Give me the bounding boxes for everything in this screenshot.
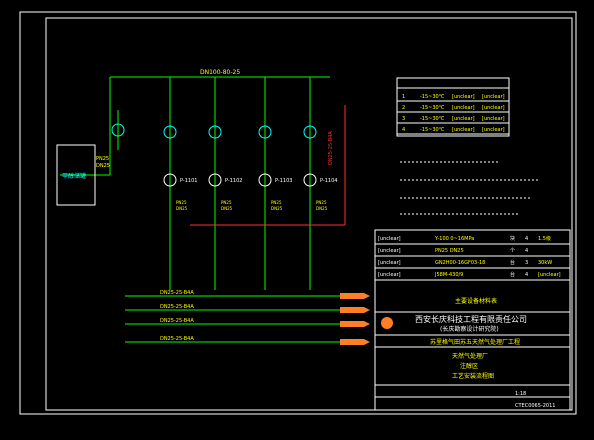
valve-size: DN25	[316, 206, 328, 211]
legend-no: 1	[402, 94, 405, 100]
equipment-table-title: 主要设备材料表	[455, 297, 497, 305]
left-valve-tag: PN25	[96, 156, 109, 162]
legend-temp: -15~30℃	[420, 105, 445, 111]
outlet-arrow-icon	[340, 307, 370, 313]
legend-temp: -15~30℃	[420, 127, 445, 133]
legend-press: [unclear]	[452, 105, 475, 111]
equipment-unit: 台	[510, 271, 515, 278]
valve-size: DN25	[176, 206, 188, 211]
main-header-label: DN100-80-25	[200, 69, 240, 76]
left-valve-size: DN25	[96, 163, 110, 169]
equipment-spec: GN2H00-16GF03-18	[435, 260, 485, 266]
legend-temp: -15~30℃	[420, 94, 445, 100]
legend-no: 4	[402, 127, 405, 133]
legend-flow: [unclear]	[482, 105, 505, 111]
company-sub: (长庆勘察设计研究院)	[440, 325, 499, 333]
legend-press: [unclear]	[452, 116, 475, 122]
valve-size: DN25	[221, 206, 233, 211]
company-name: 西安长庆科技工程有限责任公司	[415, 314, 527, 324]
equipment-qty: 4	[525, 248, 528, 254]
outlet-arrow-icon	[340, 339, 370, 345]
legend-no: 3	[402, 116, 405, 122]
cad-drawing: DN100-80-25 甲醇储罐 PN25 DN25 P-1101PN25DN2…	[19, 11, 577, 415]
equipment-note: [unclear]	[538, 272, 561, 278]
valve-tag: PN25	[271, 200, 282, 205]
legend-flow: [unclear]	[482, 94, 505, 100]
legend-no: 2	[402, 105, 405, 111]
equipment-table: [unclear] Y-100 0~16MPa 块 4 1.5级 [unclear] PN2…	[374, 229, 571, 313]
legend-flow: [unclear]	[482, 127, 505, 133]
red-riser-label: DN25-25-B4A	[328, 131, 334, 165]
pump-tag: P-1103	[275, 178, 292, 184]
legend-temp: -15~30℃	[420, 116, 445, 122]
company-logo-icon	[381, 317, 393, 329]
equipment-qty: 4	[525, 236, 528, 242]
equipment-spec: Y-100 0~16MPa	[434, 236, 474, 242]
pump-tag: P-1102	[225, 178, 242, 184]
valve-tag: PN25	[316, 200, 327, 205]
equipment-spec: J58M-430/9	[434, 272, 463, 278]
header-label: DN25-25-B4A	[160, 336, 194, 342]
equipment-note: 30kW	[538, 260, 552, 266]
equipment-spec: PN25 DN25	[435, 248, 464, 254]
pump-tag: P-1101	[180, 178, 197, 184]
drawing-number: CTEC0065-2011	[515, 403, 555, 409]
header-label: DN25-25-B4A	[160, 304, 194, 310]
outer-frame	[19, 11, 577, 415]
drawing-title-1: 天然气处理厂	[452, 352, 488, 360]
equipment-qty: 3	[525, 260, 528, 266]
output-headers: DN25-25-B4A DN25-25-B4A DN25-25-B4A DN25-25…	[125, 290, 370, 345]
notes-block	[400, 161, 540, 215]
equipment-unit: 块	[510, 235, 515, 242]
header-label: DN25-25-B4A	[160, 318, 194, 324]
valve-tag: PN25	[221, 200, 232, 205]
legend-flow: [unclear]	[482, 116, 505, 122]
legend-press: [unclear]	[452, 127, 475, 133]
pump-branches: P-1101PN25DN25P-1102PN25DN25P-1103PN25DN…	[163, 77, 337, 290]
equipment-note: 1.5级	[538, 235, 551, 242]
equipment-rows: [unclear] Y-100 0~16MPa 块 4 1.5级 [unclear] PN2…	[375, 235, 570, 281]
pipe-legend-table: 1 -15~30℃ [unclear] [unclear] 2 -15~30℃ [uncle…	[396, 77, 510, 137]
legend-press: [unclear]	[452, 94, 475, 100]
project-name: 苏里格气田苏五天然气处理厂工程	[430, 338, 520, 346]
legend-rows: 1 -15~30℃ [unclear] [unclear] 2 -15~30℃ [uncle…	[397, 94, 509, 135]
drawing-title-2: 注醇区	[460, 362, 478, 370]
title-block: 西安长庆科技工程有限责任公司 (长庆勘察设计研究院) 苏里格气田苏五天然气处理厂…	[374, 311, 571, 411]
header-label: DN25-25-B4A	[160, 290, 194, 296]
equipment-item: [unclear]	[378, 248, 401, 254]
outlet-arrow-icon	[340, 293, 370, 299]
equipment-unit: 个	[510, 248, 515, 254]
equipment-item: [unclear]	[378, 260, 401, 266]
equipment-qty: 4	[525, 272, 528, 278]
scale-label: 1:18	[515, 391, 526, 397]
drawing-title-3: 工艺安装流程图	[452, 372, 494, 380]
equipment-item: [unclear]	[378, 272, 401, 278]
outlet-arrow-icon	[340, 321, 370, 327]
tank-label: 甲醇储罐	[62, 172, 86, 180]
pump-tag: P-1104	[320, 178, 337, 184]
equipment-unit: 台	[510, 259, 515, 266]
valve-tag: PN25	[176, 200, 187, 205]
equipment-item: [unclear]	[378, 236, 401, 242]
valve-size: DN25	[271, 206, 283, 211]
